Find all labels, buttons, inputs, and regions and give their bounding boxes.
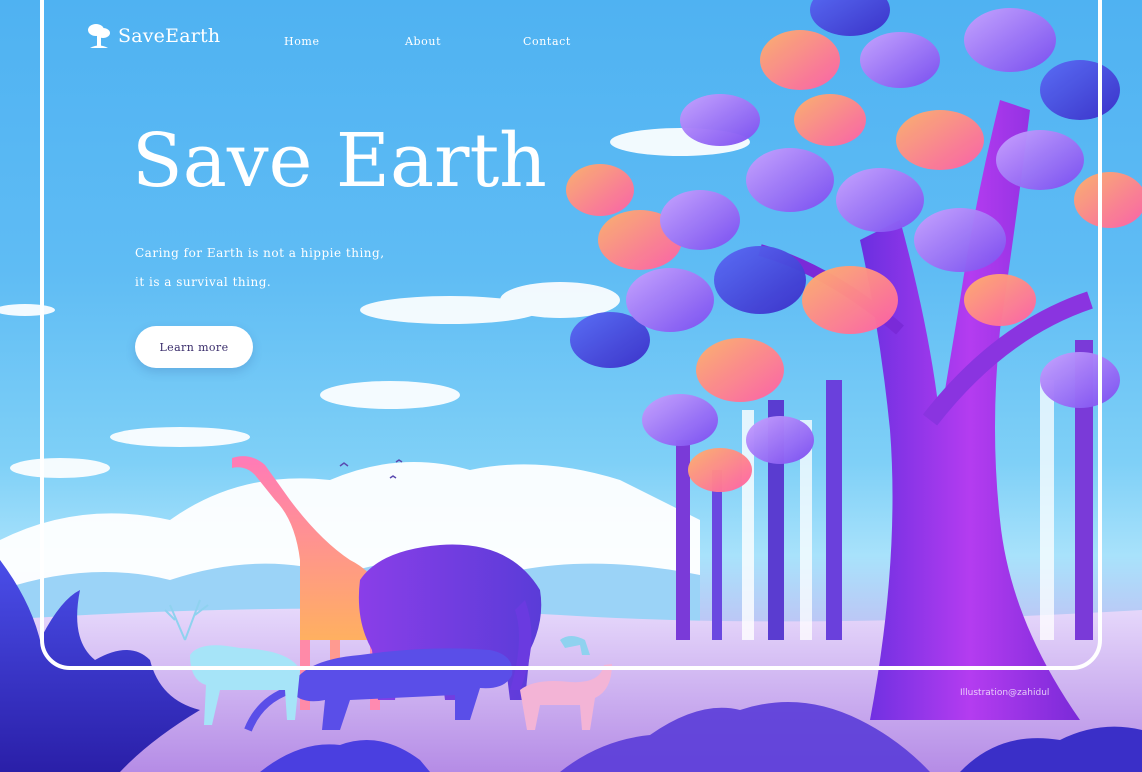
illustration-credit: Illustration@zahidul (960, 688, 1050, 698)
brand-name: SaveEarth (118, 25, 221, 47)
hero-title: Save Earth (132, 118, 547, 204)
hero-section: SaveEarth Home About Contact Save Earth … (0, 0, 1142, 772)
hero-tagline-line-2: it is a survival thing. (135, 275, 272, 289)
hero-tagline-line-1: Caring for Earth is not a hippie thing, (135, 246, 385, 260)
brand-logo[interactable]: SaveEarth (86, 22, 220, 50)
nav-link-contact[interactable]: Contact (523, 35, 571, 48)
tree-canopy (566, 0, 1142, 492)
nav-link-home[interactable]: Home (284, 35, 320, 48)
nav-link-about[interactable]: About (405, 35, 441, 48)
tree-icon (88, 24, 110, 48)
nature-illustration (0, 0, 1142, 772)
learn-more-button[interactable]: Learn more (135, 326, 253, 368)
